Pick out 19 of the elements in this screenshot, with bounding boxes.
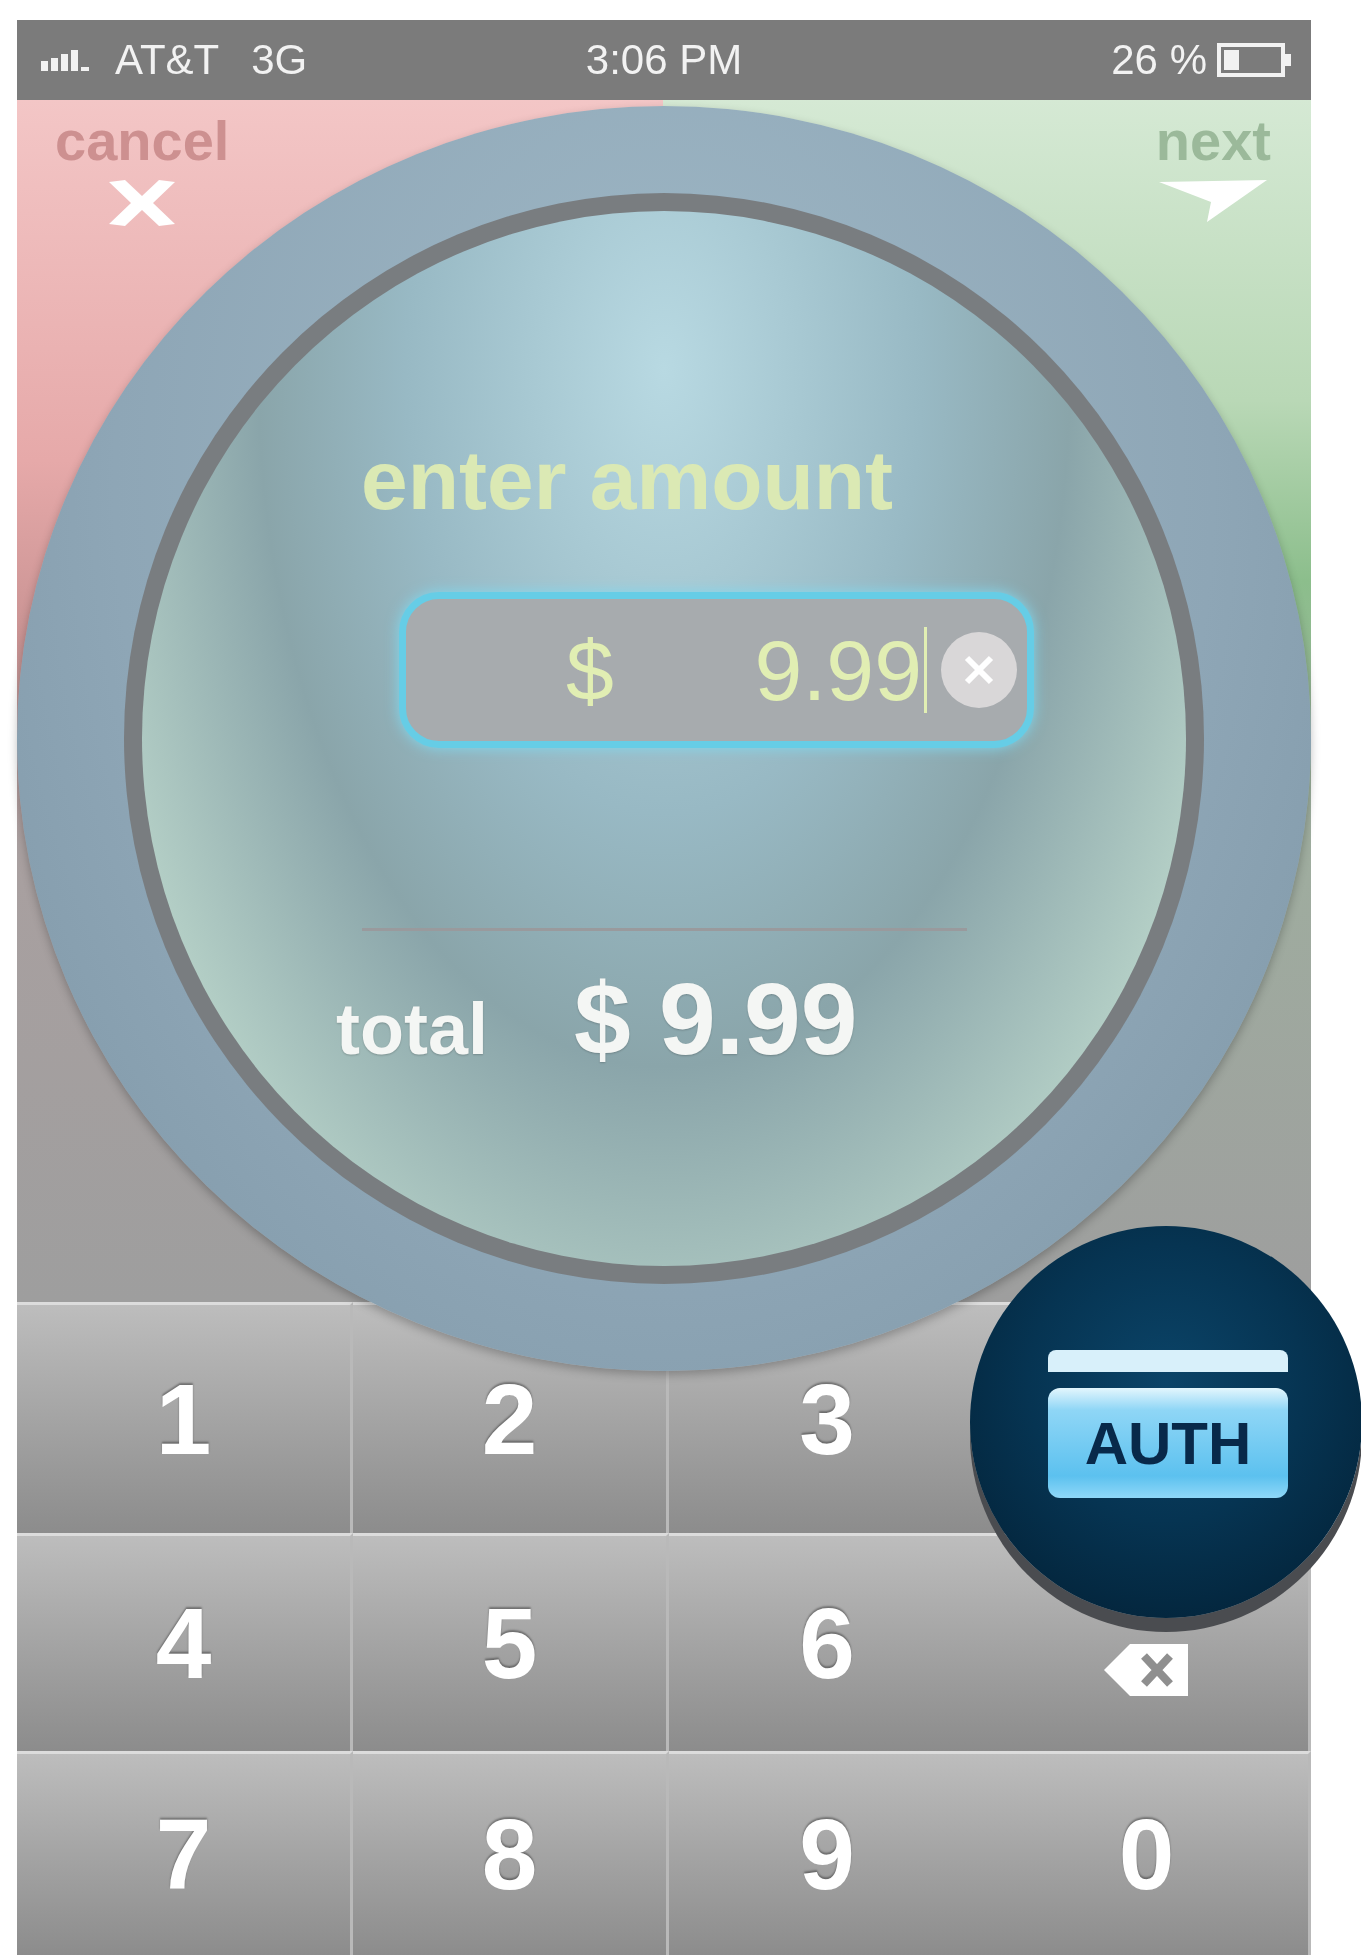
- digit-key[interactable]: 7: [17, 1751, 353, 1955]
- digit-key[interactable]: 0: [985, 1751, 1311, 1955]
- digit-key[interactable]: 8: [353, 1751, 669, 1955]
- amount-field[interactable]: $ 9.99: [399, 592, 1034, 748]
- digit-key[interactable]: 9: [669, 1751, 985, 1955]
- digit-key[interactable]: 6: [669, 1533, 985, 1751]
- x-icon: [962, 653, 996, 687]
- next-button[interactable]: next: [1155, 110, 1271, 224]
- battery-icon: [1217, 43, 1293, 77]
- clock-time: 3:06 PM: [585, 36, 743, 84]
- network-type: 3G: [251, 36, 308, 84]
- total-label: total: [336, 988, 488, 1071]
- battery-percent: 26 %: [1111, 36, 1207, 84]
- total-amount: $ 9.99: [574, 964, 858, 1074]
- carrier-name: AT&T: [115, 36, 220, 84]
- enter-amount-title: enter amount: [361, 432, 894, 528]
- digit-key[interactable]: 4: [17, 1533, 353, 1751]
- digit-key[interactable]: 1: [17, 1302, 353, 1533]
- digit-key[interactable]: 5: [353, 1533, 669, 1751]
